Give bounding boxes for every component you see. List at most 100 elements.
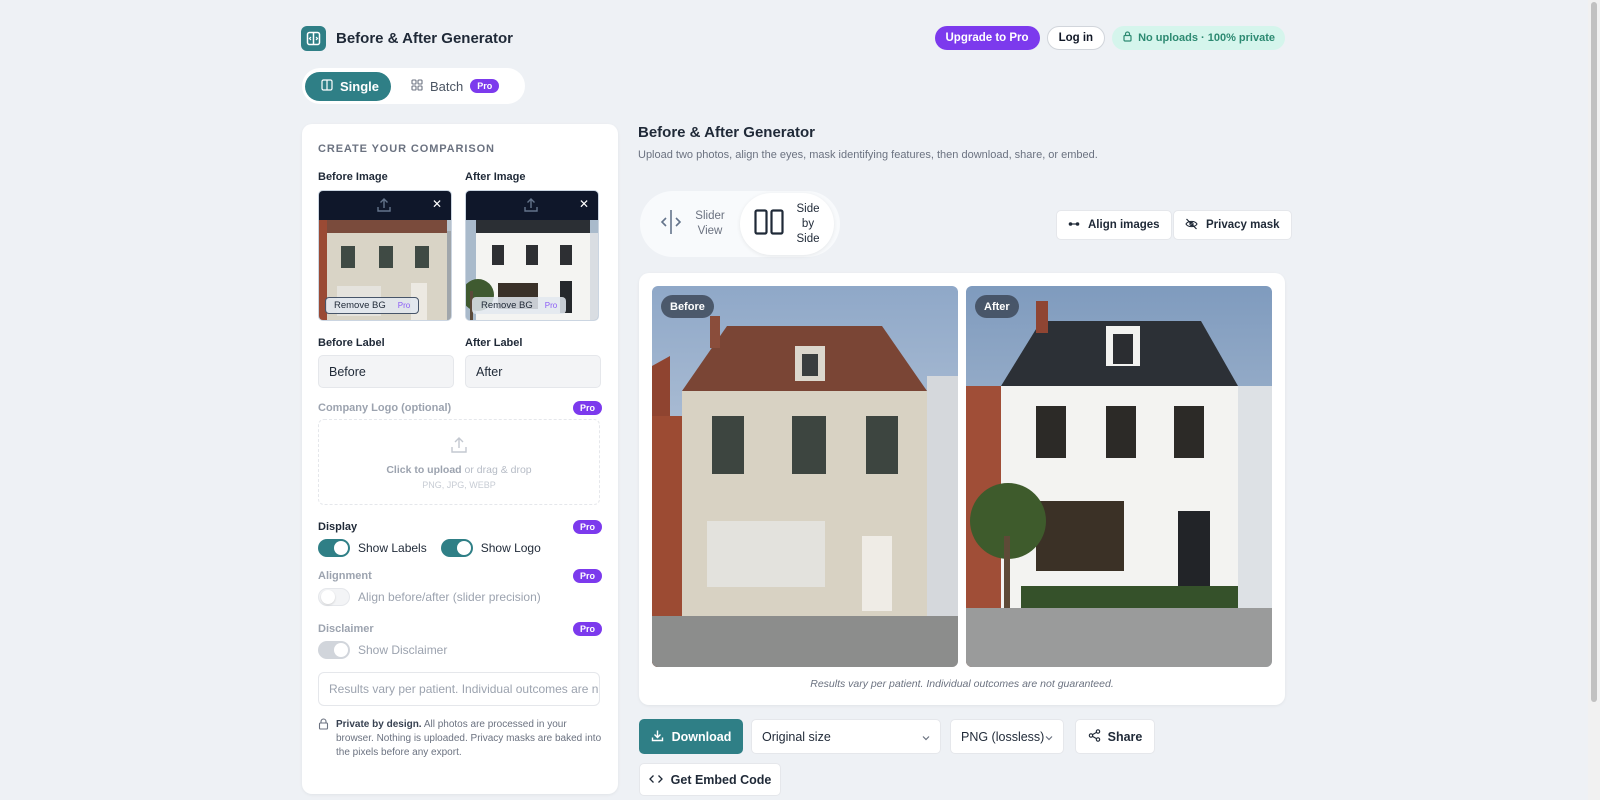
- embed-code-label: Get Embed Code: [670, 772, 772, 787]
- upload-icon: [449, 435, 469, 460]
- close-icon[interactable]: ✕: [579, 197, 589, 211]
- upload-icon[interactable]: [375, 196, 393, 219]
- align-toggle[interactable]: [318, 588, 350, 606]
- share-icon: [1088, 728, 1101, 745]
- disclaimer-title: Disclaimer: [318, 623, 374, 635]
- toggle-knob: [334, 643, 348, 657]
- pro-badge: Pro: [572, 569, 602, 583]
- company-logo-title: Company Logo (optional): [318, 402, 452, 414]
- size-select[interactable]: Original size: [751, 719, 941, 754]
- section-title: CREATE YOUR COMPARISON: [318, 143, 495, 155]
- after-image-toolbar: ✕: [466, 191, 598, 220]
- before-label-input[interactable]: Before: [318, 355, 454, 388]
- after-image-slot[interactable]: ✕ Remove BG Pro: [465, 190, 599, 321]
- show-disclaimer-toggle[interactable]: [318, 641, 350, 659]
- single-view-icon: [321, 78, 333, 94]
- pro-badge: Pro: [470, 79, 500, 93]
- privacy-badge: No uploads · 100% private: [1112, 26, 1285, 50]
- slider-view-icon: [660, 209, 682, 240]
- slider-view-option[interactable]: Slider View: [642, 193, 740, 255]
- align-images-label: Align images: [1088, 219, 1160, 231]
- privacy-note-bold: Private by design.: [336, 719, 422, 730]
- compare-logo-icon: [301, 25, 326, 51]
- format-select[interactable]: PNG (lossless): [950, 719, 1064, 754]
- chevron-down-icon: [922, 730, 930, 744]
- show-logo-label: Show Logo: [480, 541, 541, 555]
- login-button[interactable]: Log in: [1046, 26, 1106, 50]
- after-label-input[interactable]: After: [465, 355, 601, 388]
- after-tag: After: [975, 295, 1019, 318]
- download-button[interactable]: Download: [639, 719, 743, 754]
- chevron-down-icon: [1045, 730, 1053, 744]
- side-by-side-label: Side by Side: [796, 202, 820, 245]
- close-icon[interactable]: ✕: [432, 197, 442, 211]
- logo-upload-dropzone[interactable]: Click to upload or drag & drop PNG, JPG,…: [318, 419, 600, 505]
- before-image-label: Before Image: [318, 171, 388, 183]
- click-to-upload-link[interactable]: Click to upload: [386, 464, 461, 476]
- remove-bg-button[interactable]: Remove BG Pro: [472, 297, 567, 314]
- after-label-title: After Label: [465, 337, 523, 349]
- toggle-knob: [456, 541, 471, 555]
- grid-icon: [411, 78, 423, 94]
- tab-batch[interactable]: Batch Pro: [395, 72, 515, 101]
- remove-bg-label: Remove BG: [334, 300, 386, 311]
- upgrade-button[interactable]: Upgrade to Pro: [934, 26, 1040, 50]
- align-images-button[interactable]: Align images: [1056, 210, 1172, 240]
- header-actions: Upgrade to Pro Log in No uploads · 100% …: [934, 26, 1285, 50]
- disclaimer-input[interactable]: Results vary per patient. Individual out…: [318, 672, 600, 706]
- format-select-value: PNG (lossless): [961, 729, 1045, 744]
- eye-off-icon: [1185, 218, 1198, 233]
- preview-card: Before After Results vary per patient. I…: [639, 273, 1285, 705]
- upload-instructions: Click to upload or drag & drop: [386, 464, 531, 476]
- toggle-knob: [334, 541, 348, 555]
- before-photo: Before: [652, 286, 958, 667]
- show-labels-toggle[interactable]: [318, 539, 350, 557]
- show-logo-toggle[interactable]: [440, 539, 473, 557]
- pro-tag: Pro: [397, 301, 411, 310]
- app-header: Before & After Generator Upgrade to Pro …: [301, 25, 1285, 51]
- page-scrollbar[interactable]: [1588, 0, 1600, 800]
- before-house-image: [652, 286, 958, 667]
- remove-bg-label: Remove BG: [481, 300, 533, 311]
- page-title: Before & After Generator: [638, 124, 815, 141]
- app-title: Before & After Generator: [336, 29, 513, 47]
- privacy-note-text: Private by design. All photos are proces…: [336, 718, 602, 760]
- before-image-slot[interactable]: ✕ Remove BG Pro: [318, 190, 452, 321]
- pro-badge: Pro: [572, 520, 602, 534]
- mode-tabs: Single Batch Pro: [302, 68, 525, 104]
- tab-single[interactable]: Single: [305, 71, 391, 101]
- remove-bg-button[interactable]: Remove BG Pro: [325, 297, 420, 314]
- scrollbar-thumb[interactable]: [1591, 2, 1597, 702]
- view-mode-toggle: Slider View Side by Side: [640, 191, 840, 257]
- preview-disclaimer: Results vary per patient. Individual out…: [810, 678, 1114, 690]
- lock-icon: [318, 718, 329, 760]
- page-subtitle: Upload two photos, align the eyes, mask …: [638, 149, 1098, 161]
- create-comparison-panel: CREATE YOUR COMPARISON Before Image ✕ Re…: [302, 124, 618, 794]
- upload-icon[interactable]: [522, 196, 540, 219]
- side-by-side-option[interactable]: Side by Side: [740, 193, 834, 255]
- after-photo: After: [966, 286, 1272, 667]
- side-by-side-icon: [754, 208, 784, 240]
- embed-code-button[interactable]: Get Embed Code: [639, 763, 781, 796]
- alignment-title: Alignment: [318, 570, 372, 582]
- align-icon: [1068, 219, 1080, 232]
- lock-icon: [1122, 31, 1133, 45]
- drag-drop-text: or drag & drop: [461, 463, 532, 476]
- pro-badge: Pro: [572, 622, 602, 636]
- tab-batch-label: Batch: [430, 78, 464, 94]
- slider-view-label: Slider View: [695, 210, 725, 237]
- share-label: Share: [1107, 729, 1143, 744]
- before-tag: Before: [661, 295, 714, 318]
- share-button[interactable]: Share: [1075, 719, 1155, 754]
- display-title: Display: [318, 521, 358, 533]
- upload-formats: PNG, JPG, WEBP: [422, 479, 496, 490]
- size-select-value: Original size: [762, 729, 831, 744]
- align-option-label: Align before/after (slider precision): [358, 590, 541, 604]
- after-image-label: After Image: [465, 171, 526, 183]
- privacy-mask-button[interactable]: Privacy mask: [1173, 210, 1292, 240]
- privacy-mask-label: Privacy mask: [1206, 219, 1280, 231]
- brand: Before & After Generator: [301, 25, 513, 51]
- before-image-toolbar: ✕: [319, 191, 451, 220]
- code-icon: [648, 773, 663, 787]
- download-icon: [651, 729, 664, 745]
